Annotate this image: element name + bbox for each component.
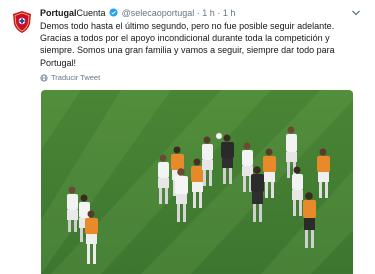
tweet-timestamp[interactable]: 1 h xyxy=(202,8,215,18)
portugal-crest-avatar[interactable] xyxy=(10,10,34,34)
tweet-header: PortugalCuenta @selecaoportugal · 1 h · … xyxy=(40,8,345,19)
separator-dot: · xyxy=(217,8,221,18)
chevron-down-icon[interactable] xyxy=(351,8,361,18)
separator-dot: · xyxy=(196,8,200,18)
user-handle[interactable]: @selecaoportugal xyxy=(122,8,195,18)
account-label: Cuenta xyxy=(76,8,106,18)
globe-icon xyxy=(40,73,48,82)
team-photo-image xyxy=(41,90,353,274)
tweet-timestamp[interactable]: 1 h xyxy=(223,8,236,18)
tweet-card[interactable]: PortugalCuenta @selecaoportugal · 1 h · … xyxy=(0,0,375,274)
tweet-text: Demos todo hasta el último segundo, pero… xyxy=(40,21,335,68)
tweet-photo[interactable] xyxy=(41,90,353,274)
translate-tweet-link[interactable]: Traducir Tweet xyxy=(40,73,100,82)
verified-icon xyxy=(109,8,118,17)
display-name[interactable]: Portugal xyxy=(40,8,77,18)
translate-label: Traducir Tweet xyxy=(51,73,101,82)
